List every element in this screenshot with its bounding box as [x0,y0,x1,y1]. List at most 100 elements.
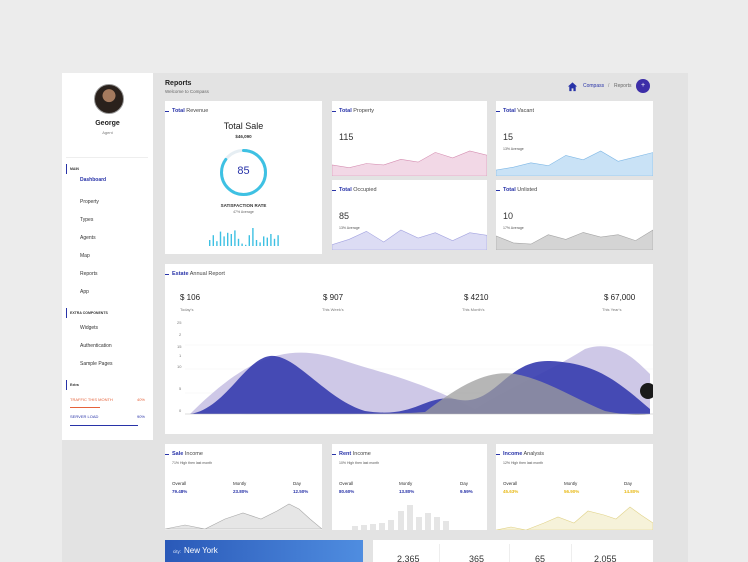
total-vacant-value: 15 [503,132,514,142]
card-subtitle: 10% High then last month [339,461,380,465]
revenue-bar [219,231,222,246]
bottom-stats-card: 2,365 365 65 2,055 [373,540,653,562]
total-vacant-card: Total Vacant 15 13% Average [496,101,653,176]
revenue-bar [237,238,240,246]
sparkline-area [332,229,487,250]
sidebar-item-app[interactable]: App [80,289,114,296]
revenue-bar [223,236,225,246]
revenue-bar [234,230,236,246]
divider [509,544,510,562]
annual-report-card: Estate Annual Report $ 106 Today's $ 907… [165,264,653,434]
home-icon[interactable] [567,81,578,92]
revenue-bar [277,235,279,246]
month-value: $ 4210 [464,293,489,302]
revenue-card-title: Total Revenue [165,108,209,114]
revenue-bar [255,240,258,246]
annual-area-chart [185,344,653,415]
card-title: Sale Income [165,451,203,457]
sidebar-item-dashboard[interactable]: Dashboard [80,177,114,184]
avatar[interactable] [94,84,124,114]
sidebar-item-property[interactable]: Property [80,199,114,206]
server-load-progress-bar [70,425,138,426]
week-label: This Week's [322,307,344,312]
week-value: $ 907 [323,293,344,302]
rent-income-bar-chart [352,505,449,530]
annual-report-title: Estate Annual Report [165,271,225,277]
breadcrumb-separator: / [608,83,610,89]
sidebar-item-sample-pages[interactable]: Sample Pages [80,361,140,368]
card-title: Income Analysis [496,451,544,457]
sidebar-item-map[interactable]: Map [80,253,114,260]
total-sale-amount: $46,090 [235,134,252,139]
day-label: Day [293,481,302,486]
day-value: 9.59% [460,489,473,494]
year-value: $ 67,000 [604,293,636,302]
revenue-bar [230,234,232,246]
revenue-bar [248,235,250,246]
sale-income-card: Sale Income 71% High then last month Ove… [165,444,322,530]
sparkline-area [496,150,653,176]
dashboard-frame: George Agent MAIN Dashboard Property Typ… [62,73,688,562]
total-unlisted-card: Total Unlisted 10 17% Average [496,180,653,250]
overall-value: 80.60% [339,489,355,494]
day-label: Day [460,481,469,486]
breadcrumb-reports: Reports [614,83,632,89]
bottom-stat: 2,055 [594,554,617,562]
city-name: New York [184,546,218,555]
revenue-bar [227,232,229,246]
revenue-bar [252,228,254,246]
user-role: Agent [102,130,113,135]
divider [571,544,572,562]
y-tick: 0 [179,408,182,413]
total-vacant-sparkline [496,150,653,176]
traffic-label: TRAFFIC THIS MONTH [70,397,113,402]
today-label: Today's [180,307,194,312]
income-analysis-card: Income Analysis 12% High then last month… [496,444,653,530]
traffic-progress-bar [70,407,100,408]
card-title: Rent Income [332,451,371,457]
overall-label: Overall [339,481,354,486]
monthly-label: Montly [564,481,578,486]
monthly-label: Montly [399,481,413,486]
city-card[interactable]: city: New York [165,540,363,562]
revenue-bar [212,235,214,246]
total-property-sparkline [332,150,487,176]
sidebar: George Agent MAIN Dashboard Property Typ… [62,73,153,440]
traffic-percent: 40% [136,397,145,402]
city-prefix: city: [173,549,182,554]
sidebar-item-agents[interactable]: Agents [80,235,114,242]
sidebar-section-main: MAIN [66,164,79,174]
add-button[interactable]: + [636,79,650,93]
day-value: 12.50% [293,489,309,494]
bottom-stat: 365 [469,554,485,562]
server-load-percent: 90% [136,414,145,419]
day-value: 14.80% [624,489,640,494]
total-unlisted-value: 10 [503,211,514,221]
day-label: Day [624,481,633,486]
overall-value: 45.63% [503,489,519,494]
total-occupied-sparkline [332,229,487,250]
revenue-card: Total Revenue Total Sale $46,090 85 SATI… [165,101,322,254]
total-property-card: Total Property 115 [332,101,487,176]
revenue-bar [266,237,268,246]
sidebar-item-types[interactable]: Types [80,217,114,224]
sparkline-area [496,229,653,250]
y-tick: 25 [177,320,182,325]
overall-value: 79.48% [172,489,188,494]
y-tick: 15 [177,344,182,349]
sidebar-item-reports[interactable]: Reports [80,271,114,278]
bottom-stat: 65 [535,554,546,562]
sparkline-area [332,150,487,176]
sidebar-item-authentication[interactable]: Authentication [80,343,140,350]
overall-label: Overall [503,481,518,486]
sidebar-section-extra-components: EXTRA COMPONENTS [66,308,108,318]
sidebar-item-widgets[interactable]: Widgets [80,325,114,332]
revenue-bar-chart [209,228,279,246]
total-occupied-value: 85 [339,211,350,221]
card-subtitle: 71% High then last month [172,461,213,465]
divider [439,544,440,562]
card-title: Total Vacant [496,108,534,114]
overall-label: Overall [172,481,187,486]
breadcrumb-compass[interactable]: Compass [583,83,604,89]
page-title: Reports [165,80,192,87]
